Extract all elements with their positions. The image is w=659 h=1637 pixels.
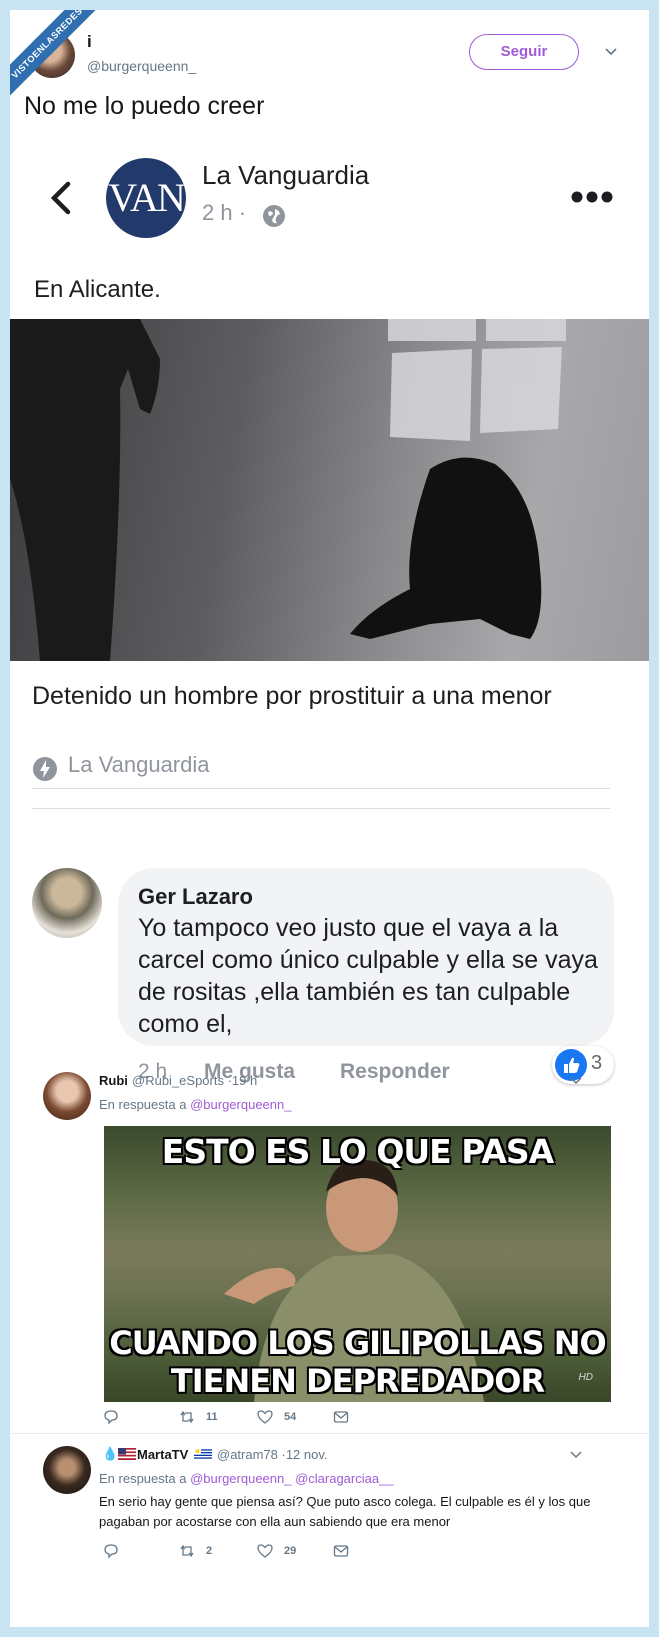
commenter-name[interactable]: Ger Lazaro [138, 884, 253, 910]
follow-button[interactable]: Seguir [469, 34, 579, 70]
post-text: En Alicante. [34, 276, 161, 303]
divider [10, 1433, 649, 1434]
chevron-down-icon[interactable] [602, 42, 620, 60]
avatar[interactable] [43, 1446, 91, 1494]
article-image[interactable] [10, 319, 649, 661]
page-logo[interactable]: VAN [106, 158, 186, 238]
reply-author-handle[interactable]: @Rubi_eSports ·19 h [132, 1073, 257, 1088]
commenter-avatar[interactable] [32, 868, 102, 938]
comment-reply-button[interactable]: Responder [340, 1060, 450, 1084]
in-reply-to: En respuesta a @burgerqueenn_ [99, 1097, 291, 1112]
screenshot-frame: VISTOENLASREDES i @burgerqueenn_ Seguir … [10, 10, 649, 1627]
us-flag-icon [118, 1448, 136, 1460]
message-icon[interactable] [332, 1542, 350, 1560]
reply-icon[interactable] [102, 1408, 120, 1426]
page-name[interactable]: La Vanguardia [202, 160, 369, 191]
article-title[interactable]: Detenido un hombre por prostituir a una … [32, 678, 592, 714]
chevron-down-icon[interactable] [568, 1072, 584, 1088]
in-reply-to-link[interactable]: @burgerqueenn_ @claragarciaa__ [190, 1471, 393, 1486]
like-count: 54 [284, 1411, 297, 1423]
message-icon[interactable] [332, 1408, 350, 1426]
heart-icon[interactable] [256, 1542, 274, 1560]
instant-article-icon [33, 757, 57, 781]
retweet-icon[interactable] [178, 1542, 196, 1560]
more-options-icon[interactable] [570, 190, 614, 204]
divider [32, 788, 610, 789]
tweet-author-name[interactable]: i [87, 32, 92, 52]
heart-icon[interactable] [256, 1408, 274, 1426]
meme-bottom-text-1: CUANDO LOS GILIPOLLAS NO [109, 1324, 606, 1362]
droplet-icon: 💧 [102, 1446, 119, 1461]
tweet-author-handle[interactable]: @burgerqueenn_ [87, 58, 196, 74]
retweet-count: 2 [206, 1545, 213, 1557]
meme-image[interactable]: ESTO ES LO QUE PASA CUANDO LOS GILIPOLLA… [104, 1126, 611, 1402]
retweet-icon[interactable] [178, 1408, 196, 1426]
retweet-count: 11 [206, 1411, 218, 1423]
meme-top-text: ESTO ES LO QUE PASA [161, 1132, 554, 1171]
reply-author-name[interactable]: Rubi [99, 1073, 128, 1088]
meme-bottom-text-2: TIENEN DEPREDADOR NATURAL [170, 1362, 545, 1402]
like-count: 29 [284, 1545, 297, 1557]
meme-hd-mark: HD [578, 1372, 593, 1383]
article-source: La Vanguardia [68, 752, 210, 777]
reply-author-name[interactable]: MartaTV [137, 1447, 188, 1462]
post-time: 2 h · [202, 200, 247, 225]
page-logo-text: VAN [108, 175, 186, 220]
in-reply-label: En respuesta a [99, 1097, 187, 1112]
in-reply-label: En respuesta a [99, 1471, 187, 1486]
globe-icon [263, 205, 285, 227]
chevron-down-icon[interactable] [568, 1446, 584, 1462]
reply-text: En serio hay gente que piensa así? Que p… [99, 1494, 591, 1529]
avatar[interactable] [43, 1072, 91, 1120]
uruguay-flag-icon [194, 1448, 212, 1460]
reaction-count-value: 3 [591, 1052, 603, 1074]
comment-text: Yo tampoco veo justo que el vaya a la ca… [138, 914, 598, 1038]
tweet-text: No me lo puedo creer [24, 92, 265, 120]
divider [32, 808, 610, 809]
in-reply-to: En respuesta a @burgerqueenn_ @claragarc… [99, 1471, 394, 1486]
back-arrow-icon[interactable] [46, 178, 76, 218]
reply-icon[interactable] [102, 1542, 120, 1560]
in-reply-to-link[interactable]: @burgerqueenn_ [190, 1097, 291, 1112]
reply-author-handle[interactable]: @atram78 ·12 nov. [217, 1447, 328, 1462]
